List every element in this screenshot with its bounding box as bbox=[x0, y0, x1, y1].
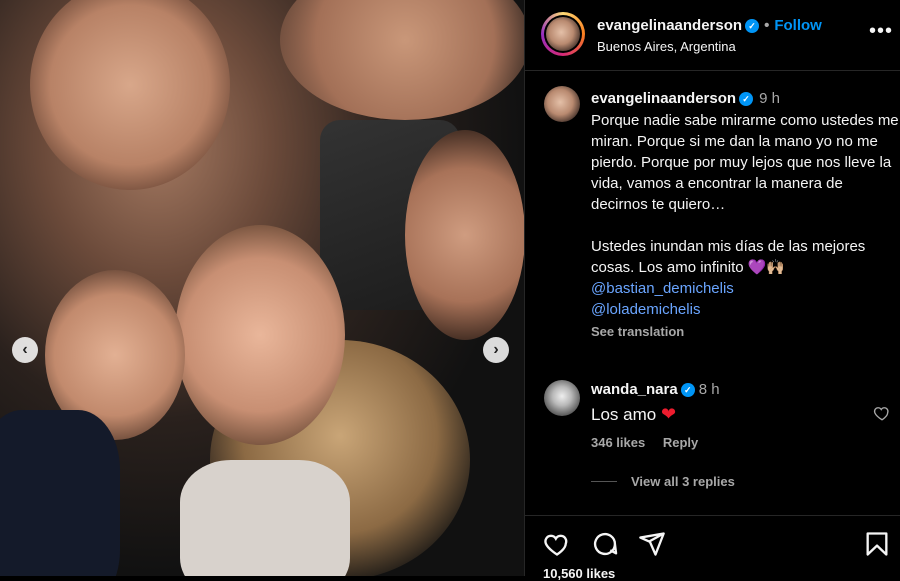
comment-meta: 346 likes Reply bbox=[591, 435, 871, 450]
photo-shirt bbox=[0, 410, 120, 576]
likes-count[interactable]: 10,560 likes bbox=[543, 566, 615, 581]
comment-username[interactable]: wanda_nara bbox=[591, 381, 678, 398]
commenter-avatar[interactable] bbox=[544, 380, 580, 416]
comment-icon[interactable] bbox=[591, 530, 619, 558]
verified-icon: ✓ bbox=[739, 92, 754, 107]
post-photo[interactable] bbox=[0, 0, 524, 576]
author-line: evangelinaanderson ✓ • Follow bbox=[597, 17, 822, 34]
comment-text: Los amo bbox=[591, 405, 657, 424]
share-icon[interactable] bbox=[638, 530, 666, 558]
mention-link[interactable]: @bastian_demichelis bbox=[591, 278, 900, 299]
comment-time: 8 h bbox=[698, 381, 720, 398]
caption-avatar[interactable] bbox=[544, 86, 580, 122]
comment: wanda_nara ✓ 8 h Los amo ❤ 346 likes Reply bbox=[591, 381, 871, 450]
post-caption: evangelinaanderson ✓ 9 h Porque nadie sabe… bbox=[591, 88, 900, 342]
photo-white-top bbox=[180, 460, 350, 576]
author-username[interactable]: evangelinaanderson bbox=[597, 17, 742, 34]
verified-icon: ✓ bbox=[680, 383, 695, 398]
caption-username[interactable]: evangelinaanderson bbox=[591, 90, 736, 107]
post-side-panel: evangelinaanderson ✓ • Follow Buenos Aires,… bbox=[524, 0, 900, 581]
save-icon[interactable] bbox=[863, 530, 891, 558]
post-location[interactable]: Buenos Aires, Argentina bbox=[597, 39, 736, 54]
photo-face-top bbox=[30, 0, 230, 190]
post-header: evangelinaanderson ✓ • Follow Buenos Aires,… bbox=[525, 0, 900, 71]
carousel-next-button[interactable]: › bbox=[483, 337, 509, 363]
follow-button[interactable]: Follow bbox=[774, 17, 822, 34]
replies-divider bbox=[591, 481, 617, 482]
photo-shoulder bbox=[280, 0, 524, 120]
view-replies-label: View all 3 replies bbox=[631, 474, 735, 489]
caption-time: 9 h bbox=[759, 90, 780, 107]
heart-emoji: ❤ bbox=[660, 404, 677, 424]
photo-face-center bbox=[175, 225, 345, 445]
heart-icon[interactable] bbox=[543, 530, 571, 558]
mention-link[interactable]: @lolademichelis bbox=[591, 299, 900, 320]
view-replies-button[interactable]: View all 3 replies bbox=[591, 474, 735, 489]
separator-dot: • bbox=[764, 17, 770, 34]
heart-icon[interactable] bbox=[873, 404, 891, 422]
comment-text-line: Los amo ❤ bbox=[591, 404, 871, 425]
author-avatar[interactable] bbox=[541, 12, 585, 56]
photo-face-right bbox=[405, 130, 524, 340]
verified-icon: ✓ bbox=[745, 19, 760, 34]
comment-likes-count[interactable]: 346 likes bbox=[591, 435, 645, 450]
see-translation-link[interactable]: See translation bbox=[591, 321, 900, 342]
more-icon[interactable]: ••• bbox=[869, 20, 893, 43]
caption-text: Porque nadie sabe mirarme como ustedes m… bbox=[591, 112, 899, 276]
carousel-prev-button[interactable]: ‹ bbox=[12, 337, 38, 363]
reply-button[interactable]: Reply bbox=[663, 435, 698, 450]
